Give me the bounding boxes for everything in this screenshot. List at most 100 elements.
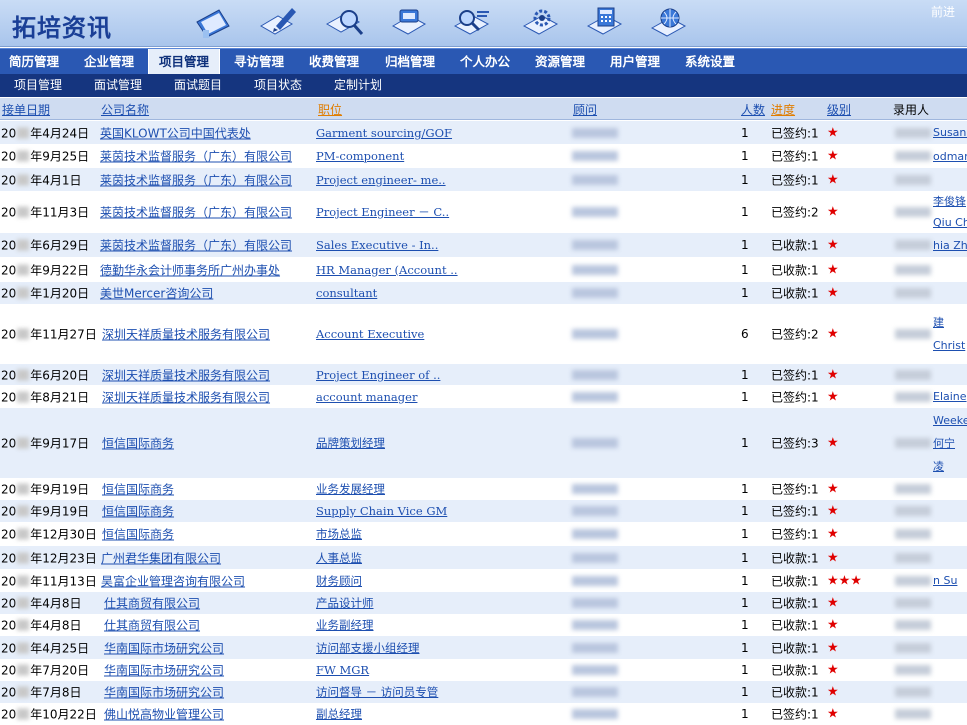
notebook-icon[interactable] (193, 4, 233, 42)
position-link[interactable]: 人事总监 (316, 550, 362, 566)
position-link[interactable]: 产品设计师 (316, 595, 374, 611)
position-link[interactable]: 业务副经理 (316, 617, 374, 633)
recruit-name-link[interactable]: hia Zh (933, 234, 967, 257)
main-tab-enterprise[interactable]: 企业管理 (84, 49, 134, 75)
company-link[interactable]: 莱茵技术监督服务（广东）有限公司 (100, 148, 292, 165)
position-link[interactable]: PM-component (316, 149, 404, 163)
position-link[interactable]: consultant (316, 286, 377, 300)
company-link[interactable]: 华南国际市场研究公司 (104, 684, 224, 701)
date-cell: 20 年1月20日 (1, 285, 89, 302)
position-link[interactable]: Account Executive (316, 327, 424, 341)
company-link[interactable]: 恒信国际商务 (102, 503, 174, 520)
main-tab-settings[interactable]: 系统设置 (685, 49, 735, 75)
main-tab-archive[interactable]: 归档管理 (385, 49, 435, 75)
main-tab-users[interactable]: 用户管理 (610, 49, 660, 75)
main-tab-personal[interactable]: 个人办公 (460, 49, 510, 75)
position-link[interactable]: FW MGR (316, 663, 369, 677)
sub-tab-project-status[interactable]: 项目状态 (254, 74, 302, 97)
sub-tab-interview-management[interactable]: 面试管理 (94, 74, 142, 97)
company-link[interactable]: 仕其商贸有限公司 (104, 617, 200, 634)
company-link[interactable]: 佛山悦高物业管理公司 (104, 706, 224, 723)
main-tab-resources[interactable]: 资源管理 (535, 49, 585, 75)
company-link[interactable]: 恒信国际商务 (102, 526, 174, 543)
company-link[interactable]: 深圳天祥质量技术服务有限公司 (102, 366, 270, 383)
recruit-name-link[interactable]: Elaine (933, 385, 967, 408)
recruit-name-link[interactable]: 何宁 (933, 432, 955, 455)
position-link[interactable]: 访问部支援小组经理 (316, 640, 420, 656)
date-prefix: 20 (1, 327, 17, 342)
date-redacted (17, 597, 30, 609)
progress-status: 已收款:1 (771, 238, 819, 253)
date-suffix: 年4月8日 (30, 596, 82, 611)
company-link[interactable]: 深圳天祥质量技术服务有限公司 (102, 326, 270, 343)
col-position-header[interactable]: 职位 (318, 101, 342, 118)
recruit-name-link[interactable]: Susanna (933, 121, 967, 144)
date-prefix: 20 (1, 238, 17, 253)
recruit-name-link[interactable]: Christ (933, 334, 965, 357)
company-link[interactable]: 华南国际市场研究公司 (104, 662, 224, 679)
recruit-name-link[interactable]: 建 (933, 311, 944, 334)
main-tab-project[interactable]: 项目管理 (148, 49, 221, 76)
date-redacted (17, 287, 30, 299)
col-progress-header[interactable]: 进度 (771, 101, 795, 118)
main-tab-fees[interactable]: 收费管理 (309, 49, 359, 75)
main-tab-search[interactable]: 寻访管理 (234, 49, 284, 75)
recruit-name-link[interactable]: Weeke (933, 409, 967, 432)
position-link[interactable]: Supply Chain Vice GM (316, 504, 447, 518)
position-link[interactable]: account manager (316, 390, 417, 404)
col-date-header[interactable]: 接单日期 (2, 101, 50, 118)
company-link[interactable]: 昊富企业管理咨询有限公司 (101, 572, 245, 589)
position-link[interactable]: Garment sourcing/GOF (316, 126, 452, 140)
recruit-name-link[interactable]: 凌 (933, 455, 944, 478)
search-list-icon[interactable] (453, 4, 493, 42)
position-link[interactable]: 品牌策划经理 (316, 435, 385, 451)
edit-pencil-icon[interactable] (258, 4, 298, 42)
level-stars: ★★★ (827, 573, 862, 588)
company-link[interactable]: 恒信国际商务 (102, 435, 174, 452)
search-magnify-icon[interactable] (325, 4, 365, 42)
recruit-redacted (895, 264, 931, 275)
company-link[interactable]: 美世Mercer咨询公司 (100, 285, 213, 302)
position-link[interactable]: 副总经理 (316, 706, 362, 722)
tools-gear-icon[interactable] (522, 4, 562, 42)
col-advisor-header[interactable]: 顾问 (573, 101, 597, 118)
sub-tab-project-management[interactable]: 项目管理 (14, 74, 62, 97)
date-cell: 20 年4月24日 (1, 124, 89, 141)
table-row: 20 年12月30日 恒信国际商务 市场总监 1 已签约:1 ★ (0, 522, 967, 546)
globe-user-icon[interactable] (650, 4, 690, 42)
main-tab-resume[interactable]: 简历管理 (9, 49, 59, 75)
calculator-icon[interactable] (586, 4, 626, 42)
position-link[interactable]: Project engineer- me.. (316, 173, 446, 187)
company-link[interactable]: 莱茵技术监督服务（广东）有限公司 (100, 204, 292, 221)
company-link[interactable]: 莱茵技术监督服务（广东）有限公司 (100, 171, 292, 188)
company-link[interactable]: 深圳天祥质量技术服务有限公司 (102, 388, 270, 405)
sub-tab-interview-questions[interactable]: 面试题目 (174, 74, 222, 97)
company-link[interactable]: 莱茵技术监督服务（广东）有限公司 (100, 237, 292, 254)
recruit-name-link[interactable]: Qiu Ch (933, 212, 967, 233)
col-company-header[interactable]: 公司名称 (101, 101, 149, 118)
company-link[interactable]: 广州君华集团有限公司 (101, 549, 221, 566)
recruit-name-link[interactable]: n Su (933, 569, 957, 592)
company-link[interactable]: 恒信国际商务 (102, 481, 174, 498)
position-link[interactable]: 业务发展经理 (316, 481, 385, 497)
computer-document-icon[interactable] (390, 4, 430, 42)
position-link[interactable]: Project Engineer － C.. (316, 204, 449, 220)
position-link[interactable]: HR Manager (Account .. (316, 263, 458, 277)
position-link[interactable]: Project Engineer of .. (316, 368, 440, 382)
company-link[interactable]: 仕其商贸有限公司 (104, 595, 200, 612)
position-link[interactable]: 财务顾问 (316, 573, 362, 589)
col-level-header[interactable]: 级别 (827, 101, 851, 118)
date-prefix: 20 (1, 390, 17, 404)
position-link[interactable]: Sales Executive - In.. (316, 238, 438, 252)
position-link[interactable]: 市场总监 (316, 526, 362, 542)
recruit-name-link[interactable]: 李俊锋 (933, 191, 966, 212)
date-prefix: 20 (1, 263, 17, 277)
sub-tab-custom-plan[interactable]: 定制计划 (334, 74, 382, 97)
company-link[interactable]: 英国KLOWT公司中国代表处 (100, 124, 251, 141)
recruit-name-link[interactable]: odman (933, 145, 967, 168)
forward-link[interactable]: 前进 (931, 3, 955, 20)
company-link[interactable]: 华南国际市场研究公司 (104, 639, 224, 656)
col-count-header[interactable]: 人数 (741, 101, 765, 118)
company-link[interactable]: 德勤华永会计师事务所广州办事处 (100, 261, 280, 278)
position-link[interactable]: 访问督导 － 访问员专管 (316, 684, 438, 700)
